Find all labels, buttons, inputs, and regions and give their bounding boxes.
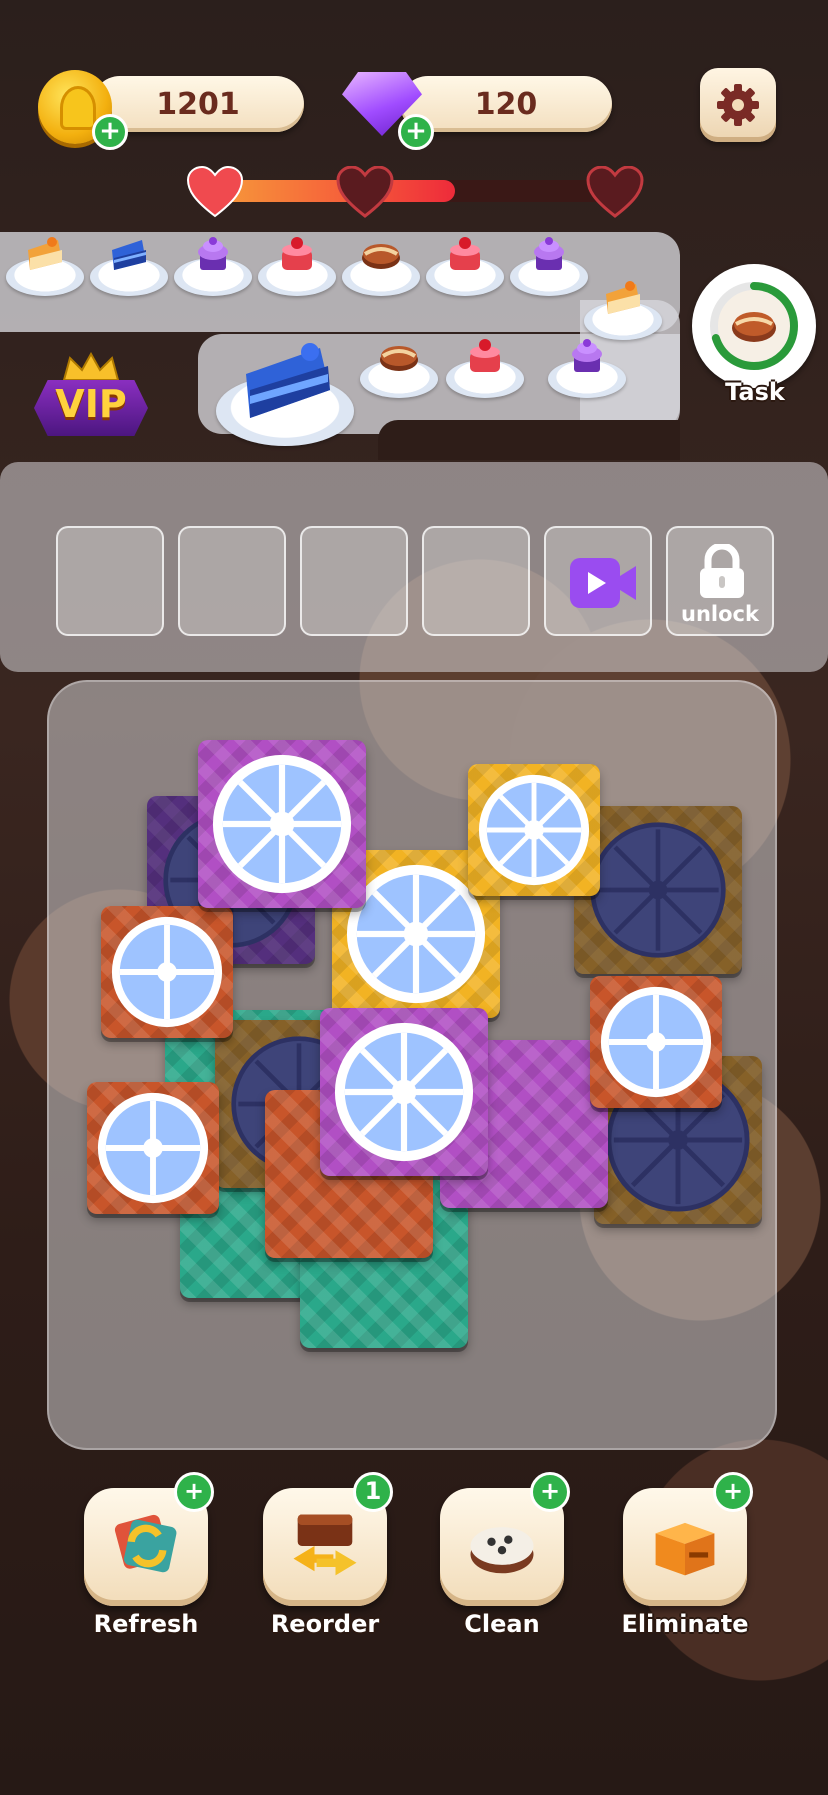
heart-icon [186, 166, 244, 218]
orange-slice-cake-icon [606, 281, 640, 314]
empty-slot [422, 526, 530, 636]
heart-progress-fill [215, 180, 455, 202]
heart-empty-icon [586, 166, 644, 218]
plate-icon [212, 754, 352, 894]
gem-count: 120 [474, 86, 538, 122]
video-camera-icon [570, 558, 636, 608]
orange-slice-cake-icon [28, 237, 62, 270]
add-refresh-badge[interactable]: + [174, 1472, 214, 1512]
heart-empty-icon [336, 166, 394, 218]
plate-icon [111, 916, 223, 1028]
purple-cupcake-icon [572, 339, 602, 372]
cherry-pudding-icon [450, 237, 480, 270]
plate-icon [590, 822, 726, 958]
settings-button[interactable] [700, 68, 776, 142]
empty-slot [56, 526, 164, 636]
blue-slice-cake-icon [246, 343, 330, 418]
coin-count: 1201 [156, 86, 240, 122]
plate-icon [97, 1092, 209, 1204]
empty-slot [300, 526, 408, 636]
locked-slot[interactable]: unlock [666, 526, 774, 636]
refresh-icon [114, 1514, 177, 1573]
plate-icon [600, 986, 712, 1098]
refresh-label: Refresh [93, 1610, 199, 1638]
tray-gap [378, 420, 680, 460]
video-unlock-slot[interactable] [544, 526, 652, 636]
heart-progress-bar [215, 180, 615, 202]
purple-cupcake-icon [534, 237, 564, 270]
plate-tile[interactable] [320, 1008, 488, 1176]
plate-tile[interactable] [590, 976, 722, 1108]
crown-icon [62, 352, 120, 381]
chocolate-roll-icon [732, 312, 776, 342]
add-clean-badge[interactable]: + [530, 1472, 570, 1512]
plate-tile[interactable] [87, 1082, 219, 1214]
box-eliminate-icon [655, 1522, 715, 1576]
plate-tile[interactable] [468, 764, 600, 896]
cake-clean-icon [470, 1527, 534, 1574]
add-gems-button[interactable]: + [398, 114, 434, 150]
task-button[interactable] [692, 264, 816, 388]
reorder-count-badge[interactable]: 1 [353, 1472, 393, 1512]
chocolate-roll-icon [380, 346, 418, 371]
blue-slice-cake-icon [112, 240, 146, 270]
eliminate-label: Eliminate [621, 1610, 749, 1638]
add-eliminate-badge[interactable]: + [713, 1472, 753, 1512]
cherry-pudding-icon [282, 237, 312, 270]
padlock-icon [700, 544, 744, 598]
plate-icon [478, 774, 590, 886]
plate-tile[interactable] [101, 906, 233, 1038]
unlock-label: unlock [681, 602, 759, 626]
reorder-label: Reorder [270, 1610, 380, 1638]
task-label: Task [725, 378, 785, 406]
plate-tile[interactable] [198, 740, 366, 908]
cherry-pudding-icon [470, 339, 500, 372]
reorder-icon [293, 1514, 357, 1576]
clean-label: Clean [464, 1610, 540, 1638]
empty-slot [178, 526, 286, 636]
chocolate-roll-icon [362, 244, 400, 269]
add-coins-button[interactable]: + [92, 114, 128, 150]
vip-badge[interactable]: VIP [30, 352, 152, 442]
purple-cupcake-icon [198, 237, 228, 270]
gear-icon [717, 84, 759, 126]
vip-label: VIP [55, 382, 127, 426]
plate-icon [334, 1022, 474, 1162]
